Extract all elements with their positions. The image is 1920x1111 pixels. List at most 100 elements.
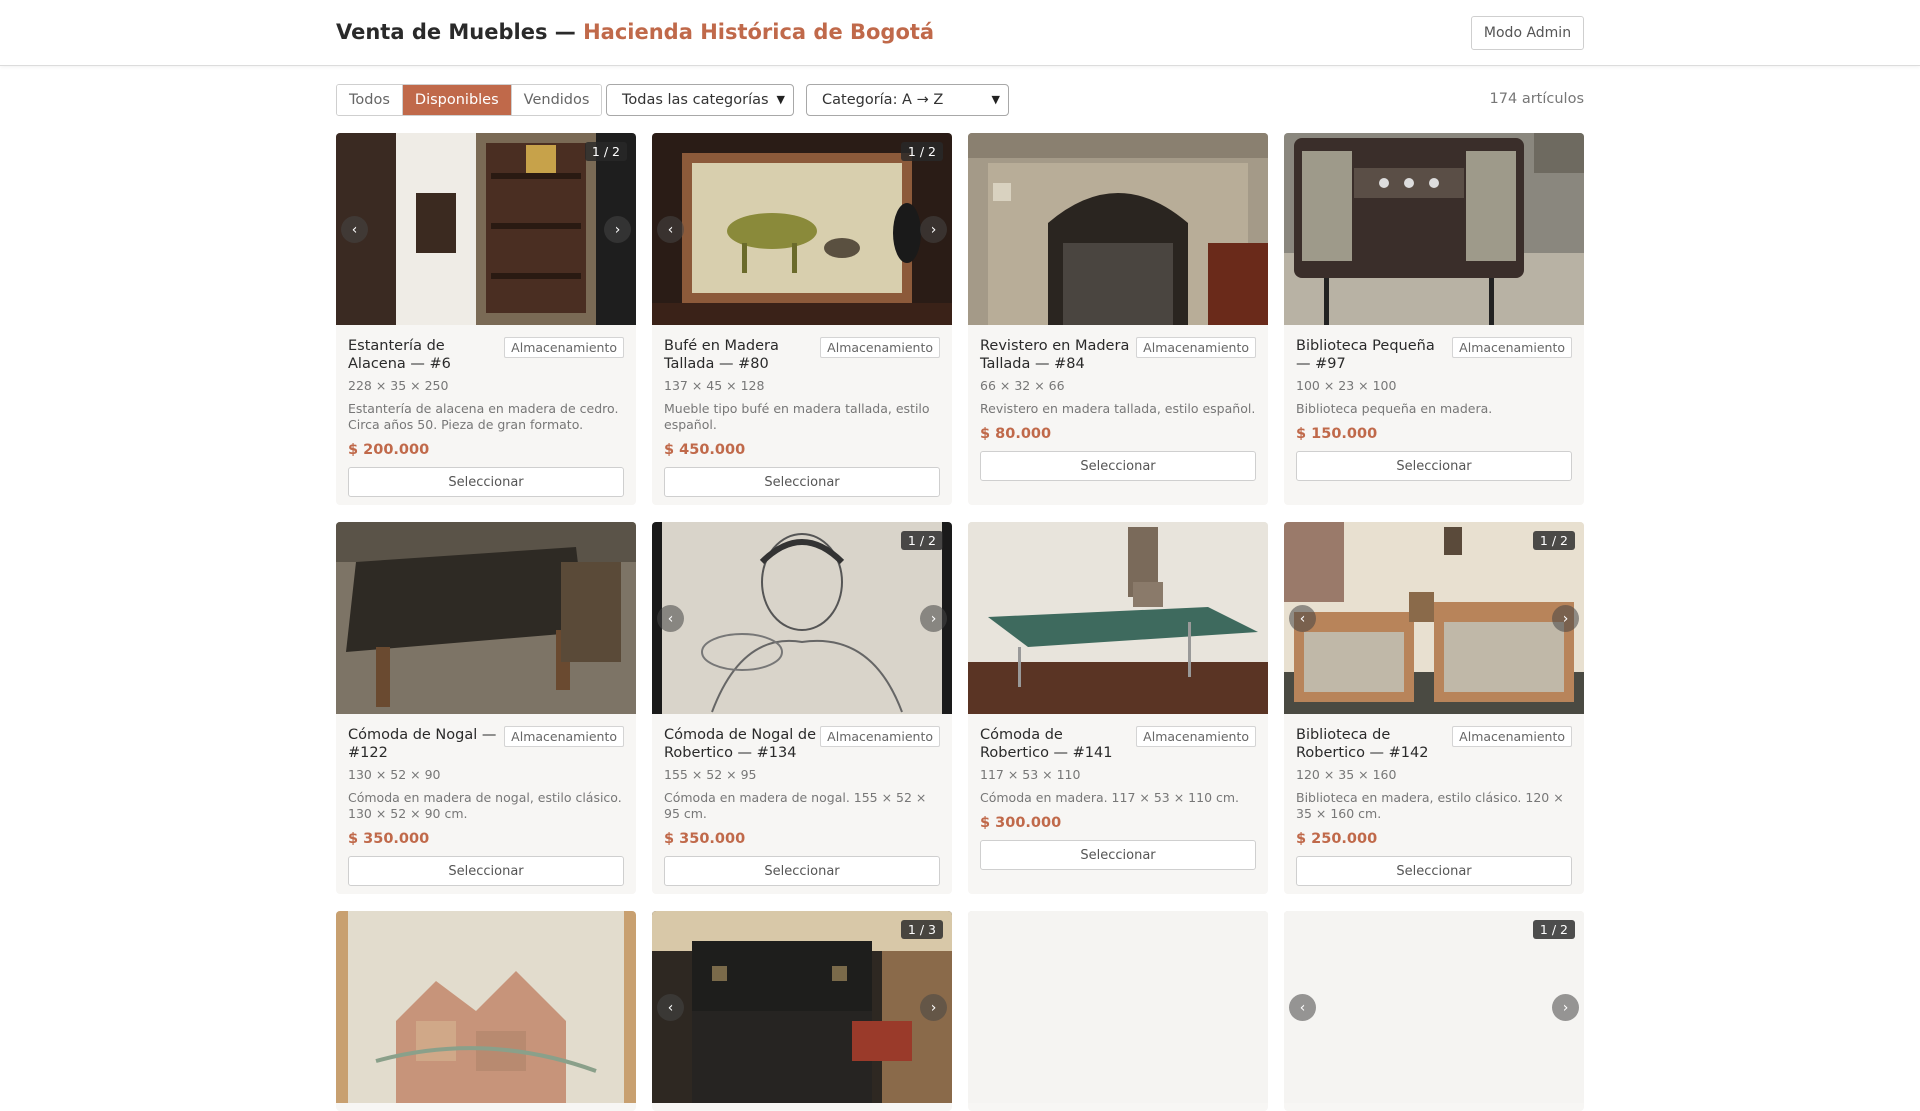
status-filter: Todos Disponibles Vendidos (336, 84, 603, 116)
product-photo[interactable]: 1 / 2 ‹ › (652, 133, 952, 325)
admin-mode-button[interactable]: Modo Admin (1471, 16, 1584, 50)
product-card: Cómoda de Robertico — #141 Almacenamiento… (968, 522, 1268, 894)
product-photo[interactable] (1284, 133, 1584, 325)
select-button[interactable]: Seleccionar (1296, 451, 1572, 481)
photo-counter: 1 / 3 (900, 920, 943, 939)
tab-todos[interactable]: Todos (337, 85, 403, 115)
product-details: Biblioteca Pequeña — #97 Almacenamiento 10… (1284, 325, 1584, 493)
product-details: Cómoda de Nogal — #122 Almacenamiento 130 … (336, 714, 636, 894)
tab-vendidos[interactable]: Vendidos (511, 85, 602, 115)
product-photo[interactable] (968, 133, 1268, 325)
category-badge: Almacenamiento (504, 337, 624, 358)
product-photo[interactable]: 1 / 2 ‹ › (652, 522, 952, 714)
product-card: 1 / 2 ‹ › Biblioteca de Robertico — #142 Alm… (1284, 522, 1584, 894)
product-card: Biblioteca Pequeña — #97 Almacenamiento 10… (1284, 133, 1584, 505)
category-badge: Almacenamiento (1136, 337, 1256, 358)
select-button[interactable]: Seleccionar (348, 856, 624, 886)
product-photo[interactable]: 1 / 3 ‹ › (652, 911, 952, 1103)
product-dimensions: 66 × 32 × 66 (980, 378, 1065, 393)
product-photo[interactable] (968, 522, 1268, 714)
product-description: Biblioteca pequeña en madera. (1296, 401, 1493, 416)
filter-bar: Todos Disponibles Vendidos Todas las cat… (336, 84, 1584, 116)
product-details: Bufé en Madera Tallada — #80 Almacenamien… (652, 325, 952, 505)
category-badge: Almacenamiento (820, 726, 940, 747)
product-card: 1 / 3 ‹ › (652, 911, 952, 1111)
product-card: 1 / 2 ‹ › Bufé en Madera Tallada — #80 Almac… (652, 133, 952, 505)
product-dimensions: 117 × 53 × 110 (980, 767, 1081, 782)
product-name: Cómoda de Nogal de Robertico — #134 (664, 727, 816, 761)
product-card: 1 / 2 ‹ › Estantería de Alacena — #6 Almacen… (336, 133, 636, 505)
select-button[interactable]: Seleccionar (664, 856, 940, 886)
select-button[interactable]: Seleccionar (980, 840, 1256, 870)
chevron-left-icon[interactable]: ‹ (657, 216, 684, 243)
product-name: Estantería de Alacena — #6 (348, 338, 451, 372)
product-details: Cómoda de Nogal de Robertico — #134 Almac… (652, 714, 952, 894)
product-photo[interactable]: 1 / 2 ‹ › (1284, 522, 1584, 714)
product-price: $ 450.000 (664, 442, 746, 458)
product-name: Biblioteca Pequeña — #97 (1296, 338, 1435, 372)
sort-select[interactable]: Categoría: A → Z ▼ (806, 84, 1009, 116)
product-description: Biblioteca en madera, estilo clásico. 12… (1296, 790, 1564, 821)
product-photo[interactable]: 1 / 2 ‹ › (336, 133, 636, 325)
tab-disponibles[interactable]: Disponibles (402, 85, 512, 115)
product-card: 1 / 2 ‹ › (1284, 911, 1584, 1111)
photo-counter: 1 / 2 (1532, 531, 1575, 550)
top-bar: Venta de Muebles — Hacienda Histórica de… (0, 0, 1920, 66)
product-details: Estantería de Alacena — #6 Almacenamiento… (336, 325, 636, 505)
product-dimensions: 137 × 45 × 128 (664, 378, 765, 393)
chevron-left-icon[interactable]: ‹ (657, 994, 684, 1021)
category-badge: Almacenamiento (1136, 726, 1256, 747)
product-card: Revistero en Madera Tallada — #84 Almacen… (968, 133, 1268, 505)
chevron-left-icon[interactable]: ‹ (1289, 605, 1316, 632)
product-description: Estantería de alacena en madera de cedro… (348, 401, 619, 432)
product-price: $ 250.000 (1296, 831, 1378, 847)
chevron-right-icon[interactable]: › (920, 994, 947, 1021)
photo-counter: 1 / 2 (900, 142, 943, 161)
product-photo[interactable]: 1 / 2 ‹ › (1284, 911, 1584, 1103)
product-details: Revistero en Madera Tallada — #84 Almacen… (968, 325, 1268, 493)
select-button[interactable]: Seleccionar (1296, 856, 1572, 886)
category-badge: Almacenamiento (1452, 337, 1572, 358)
chevron-left-icon[interactable]: ‹ (1289, 994, 1316, 1021)
select-button[interactable]: Seleccionar (980, 451, 1256, 481)
product-card: 1 / 2 ‹ › Cómoda de Nogal de Robertico — #1… (652, 522, 952, 894)
product-card (968, 911, 1268, 1111)
chevron-right-icon[interactable]: › (920, 605, 947, 632)
product-card (336, 911, 636, 1111)
product-dimensions: 100 × 23 × 100 (1296, 378, 1397, 393)
product-photo[interactable] (336, 522, 636, 714)
category-badge: Almacenamiento (820, 337, 940, 358)
product-description: Cómoda en madera de nogal. 155 × 52 × 95… (664, 790, 927, 821)
product-price: $ 300.000 (980, 815, 1062, 831)
chevron-right-icon[interactable]: › (1552, 994, 1579, 1021)
chevron-right-icon[interactable]: › (604, 216, 631, 243)
page-title: Venta de Muebles — Hacienda Histórica de… (336, 20, 935, 44)
chevron-right-icon[interactable]: › (920, 216, 947, 243)
product-dimensions: 228 × 35 × 250 (348, 378, 449, 393)
select-button[interactable]: Seleccionar (348, 467, 624, 497)
product-price: $ 150.000 (1296, 426, 1378, 442)
photo-counter: 1 / 2 (900, 531, 943, 550)
product-name: Cómoda de Nogal — #122 (348, 727, 497, 761)
photo-counter: 1 / 2 (1532, 920, 1575, 939)
product-description: Cómoda en madera. 117 × 53 × 110 cm. (980, 790, 1240, 805)
select-button[interactable]: Seleccionar (664, 467, 940, 497)
product-description: Mueble tipo bufé en madera tallada, esti… (664, 401, 930, 432)
product-photo[interactable] (336, 911, 636, 1103)
product-price: $ 350.000 (664, 831, 746, 847)
product-name: Revistero en Madera Tallada — #84 (980, 338, 1130, 372)
product-name: Cómoda de Robertico — #141 (980, 727, 1113, 761)
photo-counter: 1 / 2 (584, 142, 627, 161)
chevron-right-icon[interactable]: › (1552, 605, 1579, 632)
category-select[interactable]: Todas las categorías ▼ (606, 84, 794, 116)
item-count: 174 artículos (1489, 91, 1584, 107)
product-dimensions: 120 × 35 × 160 (1296, 767, 1397, 782)
product-description: Revistero en madera tallada, estilo espa… (980, 401, 1256, 416)
product-price: $ 80.000 (980, 426, 1052, 442)
chevron-left-icon[interactable]: ‹ (657, 605, 684, 632)
product-details: Cómoda de Robertico — #141 Almacenamiento… (968, 714, 1268, 882)
product-price: $ 350.000 (348, 831, 430, 847)
product-photo[interactable] (968, 911, 1268, 1103)
chevron-left-icon[interactable]: ‹ (341, 216, 368, 243)
product-dimensions: 130 × 52 × 90 (348, 767, 441, 782)
